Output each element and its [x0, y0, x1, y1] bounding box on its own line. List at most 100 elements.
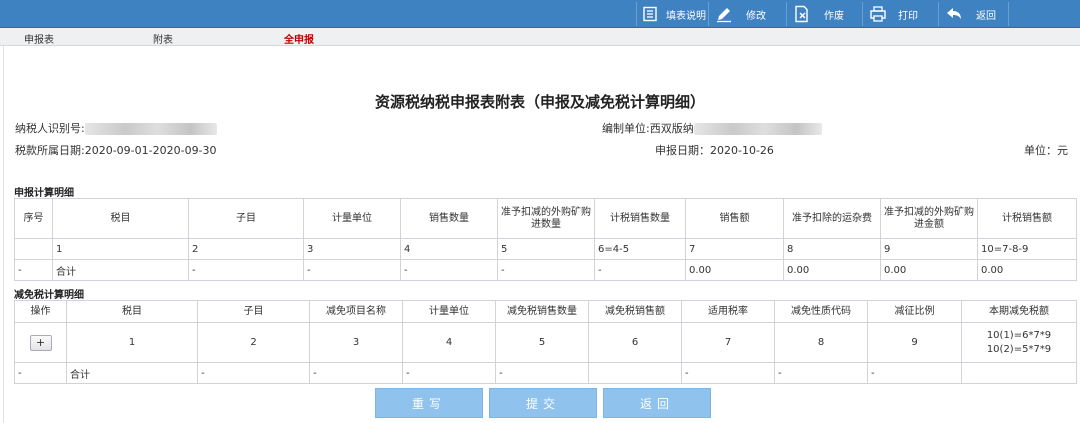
total-cell	[588, 362, 682, 384]
tax-period: 税款所属日期:2020-09-01-2020-09-30	[15, 144, 217, 157]
modify-label: 修改	[746, 10, 766, 22]
header-cell: 计量单位	[303, 198, 401, 239]
index-cell: 2	[197, 322, 310, 363]
declare-table: 序号 税目 子目 计量单位 销售数量 准予扣减的外购矿购进数量 计税销售数量 销…	[14, 198, 1077, 281]
back-label: 返回	[976, 10, 996, 22]
fill-help-label: 填表说明	[666, 10, 706, 22]
total-cell: 合计	[52, 259, 189, 281]
table-header-row: 操作 税目 子目 减免项目名称 计量单位 减免税销售数量 减免税销售额 适用税率…	[14, 300, 1077, 323]
total-cell: -	[303, 259, 401, 281]
index-cell: 1	[66, 322, 198, 363]
back-arrow-icon	[944, 4, 964, 24]
header-cell: 准予扣减的外购矿购进金额	[880, 198, 978, 239]
form-tabs: 申报表 附表 全申报	[0, 28, 1080, 46]
tab-full-declaration[interactable]: 全申报	[284, 31, 314, 46]
total-cell: -	[867, 362, 962, 384]
index-cell: 3	[303, 238, 401, 260]
void-button[interactable]: 作废	[792, 4, 844, 24]
total-cell: 0.00	[880, 259, 978, 281]
index-cell: 4	[400, 238, 498, 260]
toolbar-separator	[786, 2, 787, 26]
total-cell	[961, 362, 1077, 384]
page-title: 资源税纳税申报表附表（申报及减免税计算明细）	[374, 93, 705, 111]
index-cell	[14, 238, 53, 260]
filing-date: 申报日期：2020-10-26	[655, 144, 774, 157]
header-cell: 计税销售额	[977, 198, 1077, 239]
tab-attachment[interactable]: 附表	[153, 31, 173, 46]
index-cell: 6=4-5	[594, 238, 686, 260]
total-cell: -	[14, 259, 53, 281]
total-cell: 0.00	[783, 259, 881, 281]
index-cell: 1	[52, 238, 189, 260]
total-cell: -	[309, 362, 403, 384]
tab-main-form[interactable]: 申报表	[24, 31, 54, 46]
modify-button[interactable]: 修改	[714, 4, 766, 24]
redacted-taxpayer-id	[84, 123, 217, 135]
header-cell: 减免税销售数量	[495, 300, 589, 323]
print-button[interactable]: 打印	[868, 4, 918, 24]
header-cell: 序号	[14, 198, 53, 239]
header-cell: 子目	[188, 198, 304, 239]
index-cell: 9	[880, 238, 978, 260]
total-cell: 合计	[66, 362, 198, 384]
index-cell: 8	[783, 238, 881, 260]
reset-button[interactable]: 重写	[375, 388, 483, 418]
index-cell: 7	[681, 322, 775, 363]
header-cell: 准予扣减的外购矿购进数量	[497, 198, 595, 239]
index-cell: 8	[774, 322, 868, 363]
total-cell: -	[681, 362, 775, 384]
relief-table: 操作 税目 子目 减免项目名称 计量单位 减免税销售数量 减免税销售额 适用税率…	[14, 300, 1077, 384]
total-cell: 0.00	[685, 259, 784, 281]
header-cell: 销售额	[685, 198, 784, 239]
prep-unit-label: 编制单位:西双版纳	[602, 122, 694, 135]
return-button[interactable]: 返回	[603, 388, 711, 418]
taxpayer-id: 纳税人识别号:	[15, 120, 217, 136]
formula-cell: 10(1)=6*7*9 10(2)=5*7*9	[961, 322, 1077, 363]
total-cell: -	[594, 259, 686, 281]
index-cell: 10=7-8-9	[977, 238, 1077, 260]
header-cell: 操作	[14, 300, 67, 323]
taxpayer-id-label: 纳税人识别号:	[15, 122, 85, 135]
currency-unit: 单位：元	[1024, 144, 1068, 157]
index-cell: 5	[495, 322, 589, 363]
top-toolbar: 填表说明 修改 作废 打印 返回	[0, 0, 1080, 28]
operation-cell: +	[14, 322, 67, 363]
total-cell: -	[400, 259, 498, 281]
void-label: 作废	[824, 10, 844, 22]
table-total-row: - 合计 - - - - - - -	[14, 362, 1077, 384]
table-header-row: 序号 税目 子目 计量单位 销售数量 准予扣减的外购矿购进数量 计税销售数量 销…	[14, 198, 1077, 239]
header-cell: 本期减免税额	[961, 300, 1077, 323]
header-cell: 计量单位	[402, 300, 496, 323]
header-cell: 减免项目名称	[309, 300, 403, 323]
relief-section-title: 减免税计算明细	[14, 290, 84, 301]
header-cell: 减免税销售额	[588, 300, 682, 323]
add-row-button[interactable]: +	[29, 334, 52, 351]
total-cell: -	[495, 362, 589, 384]
index-cell: 9	[867, 322, 962, 363]
print-label: 打印	[898, 10, 918, 22]
back-button[interactable]: 返回	[944, 4, 996, 24]
formula-line: 10(1)=6*7*9	[986, 329, 1052, 341]
index-cell: 7	[685, 238, 784, 260]
toolbar-separator	[862, 2, 863, 26]
prep-unit: 编制单位:西双版纳	[602, 120, 822, 136]
header-cell: 计税销售数量	[594, 198, 686, 239]
header-cell: 准予扣除的运杂费	[783, 198, 881, 239]
declare-section-title: 申报计算明细	[14, 188, 74, 199]
index-cell: 3	[309, 322, 403, 363]
header-cell: 减免性质代码	[774, 300, 868, 323]
index-cell: 6	[588, 322, 682, 363]
index-cell: 5	[497, 238, 595, 260]
total-cell: 0.00	[977, 259, 1077, 281]
header-cell: 适用税率	[681, 300, 775, 323]
toolbar-separator	[938, 2, 939, 26]
total-cell: -	[774, 362, 868, 384]
table-total-row: - 合计 - - - - - 0.00 0.00 0.00 0.00	[14, 259, 1077, 281]
index-cell: 4	[402, 322, 496, 363]
total-cell: -	[188, 259, 304, 281]
header-cell: 销售数量	[400, 198, 498, 239]
document-list-icon	[640, 4, 660, 24]
table-row: 1 2 3 4 5 6=4-5 7 8 9 10=7-8-9	[14, 238, 1077, 260]
fill-help-button[interactable]: 填表说明	[640, 4, 706, 24]
submit-button[interactable]: 提交	[489, 388, 597, 418]
